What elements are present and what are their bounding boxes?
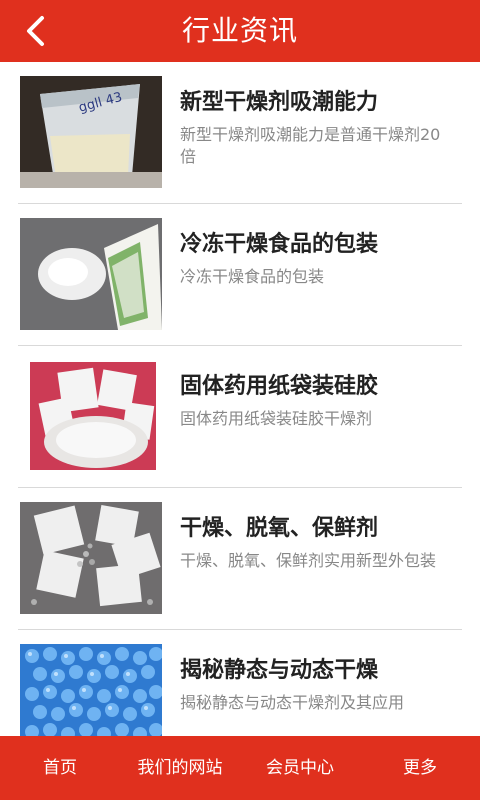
app-header: 行业资讯 [0, 0, 480, 62]
oxygen-absorber-packets-photo [20, 502, 162, 614]
news-desc: 冷冻干燥食品的包装 [180, 267, 325, 286]
white-powder-packet-photo [20, 218, 162, 330]
news-item[interactable]: 干燥、脱氧、保鲜剂 干燥、脱氧、保鲜剂实用新型外包装 [18, 488, 462, 630]
news-title: 揭秘静态与动态干燥 [180, 658, 379, 683]
bottom-tab-bar: 首页 我们的网站 会员中心 更多 [0, 736, 480, 800]
news-thumbnail [20, 360, 162, 472]
news-thumbnail [20, 644, 162, 736]
tab-home[interactable]: 首页 [0, 736, 120, 800]
news-thumbnail: ggll 43 [20, 76, 162, 188]
news-desc: 干燥、脱氧、保鲜剂实用新型外包装 [180, 551, 437, 570]
blue-silica-beads-photo [20, 644, 162, 736]
tab-member-center[interactable]: 会员中心 [240, 736, 360, 800]
news-desc: 固体药用纸袋装硅胶干燥剂 [180, 409, 373, 428]
news-item[interactable]: ggll 43 新型干燥剂吸潮能力 新型干燥剂吸潮能力是普通干燥剂20倍 [18, 62, 462, 204]
tab-more[interactable]: 更多 [360, 736, 480, 800]
silica-gel-packets-photo [20, 360, 162, 472]
tab-our-website[interactable]: 我们的网站 [120, 736, 240, 800]
page-title: 行业资讯 [181, 14, 298, 47]
news-desc: 揭秘静态与动态干燥剂及其应用 [180, 693, 405, 712]
news-thumbnail [20, 502, 162, 614]
desiccant-cup-photo: ggll 43 [20, 76, 162, 188]
news-title: 冷冻干燥食品的包装 [180, 232, 379, 257]
news-list[interactable]: ggll 43 新型干燥剂吸潮能力 新型干燥剂吸潮能力是普通干燥剂20倍 冷冻干… [0, 62, 480, 736]
news-title: 新型干燥剂吸潮能力 [180, 90, 379, 115]
news-item[interactable]: 固体药用纸袋装硅胶 固体药用纸袋装硅胶干燥剂 [18, 346, 462, 488]
news-title: 固体药用纸袋装硅胶 [180, 374, 379, 399]
news-desc: 新型干燥剂吸潮能力是普通干燥剂20倍 [180, 125, 441, 166]
news-item[interactable]: 冷冻干燥食品的包装 冷冻干燥食品的包装 [18, 204, 462, 346]
news-item[interactable]: 揭秘静态与动态干燥 揭秘静态与动态干燥剂及其应用 [18, 630, 462, 736]
news-title: 干燥、脱氧、保鲜剂 [180, 516, 379, 541]
news-thumbnail [20, 218, 162, 330]
